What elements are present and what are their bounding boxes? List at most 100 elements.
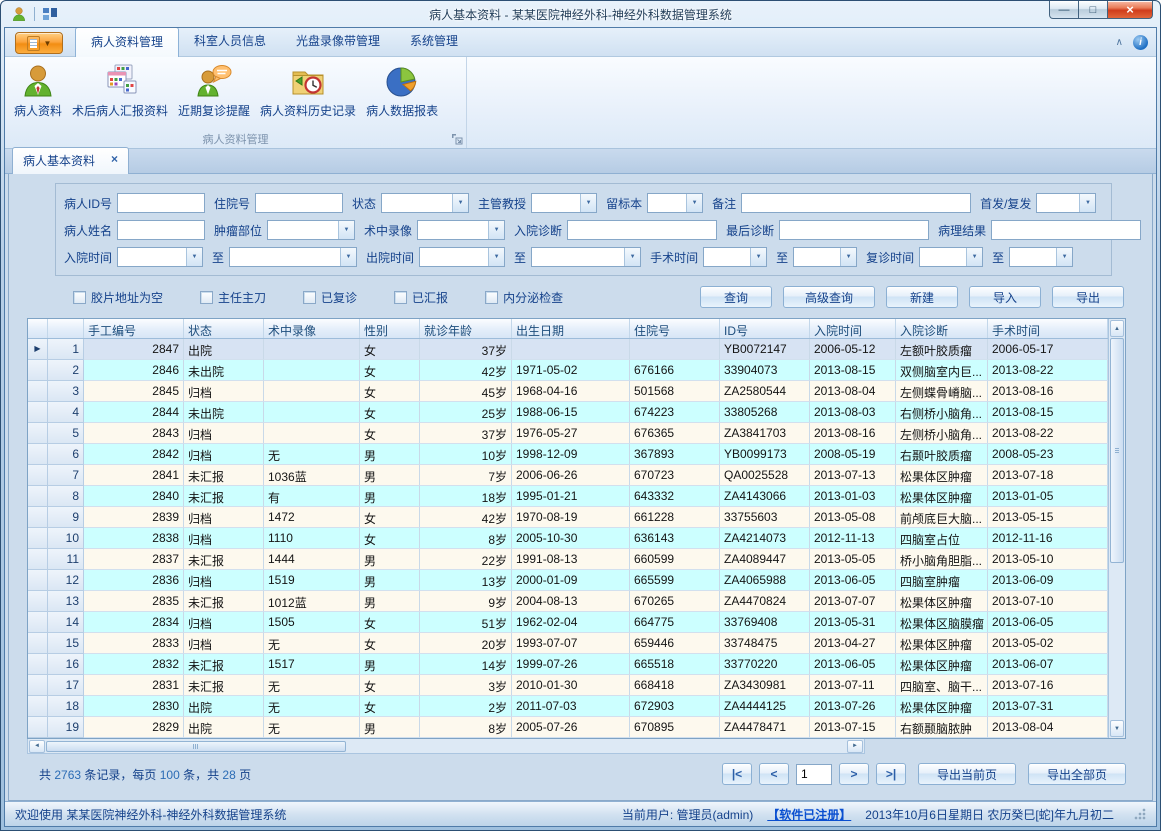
header-col-surgery-date[interactable]: 手术时间 [988, 319, 1108, 338]
chevron-down-icon[interactable]: ▼ [488, 248, 504, 266]
pager-prev-button[interactable]: < [759, 763, 789, 785]
checkbox-film-address-empty[interactable]: 胶片地址为空 [73, 289, 163, 306]
discharge-time-to-select[interactable]: ▼ [531, 247, 641, 267]
header-col-hospital-no[interactable]: 住院号 [630, 319, 720, 338]
first-recurrence-select[interactable]: ▼ [1036, 193, 1096, 213]
header-col-row-number[interactable] [48, 319, 84, 338]
info-icon[interactable]: i [1133, 35, 1148, 50]
table-row[interactable]: 182830出院无女2岁2011-07-03672903ZA4444125201… [28, 696, 1108, 717]
chevron-down-icon[interactable]: ▼ [580, 194, 596, 212]
collapse-ribbon-icon[interactable]: ∧ [1116, 37, 1123, 48]
header-col-status[interactable]: 状态 [184, 319, 264, 338]
checkbox-endocrine-exam[interactable]: 内分泌检查 [485, 289, 563, 306]
layout-icon[interactable] [42, 6, 58, 22]
table-row[interactable]: 152833归档无女20岁1993-07-0765944633748475201… [28, 633, 1108, 654]
scroll-right-icon[interactable]: ► [847, 740, 863, 753]
header-col-gender[interactable]: 性别 [360, 319, 420, 338]
import-button[interactable]: 导入 [969, 286, 1041, 308]
surgery-time-to-select[interactable]: ▼ [793, 247, 857, 267]
table-row[interactable]: ▶12847出院女37岁YB00721472006-05-12左额叶胶质瘤200… [28, 339, 1108, 360]
table-row[interactable]: 132835未汇报1012蓝男9岁2004-08-13670265ZA44708… [28, 591, 1108, 612]
ribbon-button-history-records[interactable]: 病人资料历史记录 [255, 60, 361, 122]
page-number-input[interactable] [796, 764, 832, 785]
pager-next-button[interactable]: > [839, 763, 869, 785]
header-col-birth-date[interactable]: 出生日期 [512, 319, 630, 338]
app-menu-button[interactable]: ▼ [15, 32, 63, 54]
close-button[interactable]: × [1107, 1, 1153, 19]
ribbon-tab-system-management[interactable]: 系统管理 [395, 27, 473, 56]
table-row[interactable]: 72841未汇报1036蓝男7岁2006-06-26670723QA002552… [28, 465, 1108, 486]
minimize-button[interactable]: — [1049, 1, 1079, 19]
table-row[interactable]: 142834归档1505女51岁1962-02-0466477533769408… [28, 612, 1108, 633]
header-col-visit-age[interactable]: 就诊年龄 [420, 319, 512, 338]
resize-grip[interactable] [1134, 808, 1146, 820]
chevron-down-icon[interactable]: ▼ [1079, 194, 1095, 212]
tab-patient-basic-info[interactable]: 病人基本资料 × [12, 147, 129, 174]
surgery-time-from-select[interactable]: ▼ [703, 247, 767, 267]
header-col-admit-date[interactable]: 入院时间 [810, 319, 896, 338]
maximize-button[interactable]: □ [1079, 1, 1107, 19]
table-row[interactable]: 122836归档1519男13岁2000-01-09665599ZA406598… [28, 570, 1108, 591]
ribbon-tab-disc-video-management[interactable]: 光盘录像带管理 [281, 27, 395, 56]
revisit-time-to-select[interactable]: ▼ [1009, 247, 1073, 267]
chevron-down-icon[interactable]: ▼ [488, 221, 504, 239]
professor-select[interactable]: ▼ [531, 193, 597, 213]
final-diagnosis-field[interactable] [779, 220, 929, 240]
table-row[interactable]: 112837未汇报1444男22岁1991-08-13660599ZA40894… [28, 549, 1108, 570]
chevron-down-icon[interactable]: ▼ [686, 194, 702, 212]
admission-diagnosis-field[interactable] [567, 220, 717, 240]
specimen-select[interactable]: ▼ [647, 193, 703, 213]
header-col-indicator[interactable] [28, 319, 48, 338]
ribbon-button-patient-info[interactable]: 病人资料 [9, 60, 67, 122]
admit-time-from-select[interactable]: ▼ [117, 247, 203, 267]
chevron-down-icon[interactable]: ▼ [966, 248, 982, 266]
table-row[interactable]: 162832未汇报1517男14岁1999-07-266655183377022… [28, 654, 1108, 675]
new-button[interactable]: 新建 [886, 286, 958, 308]
chevron-down-icon[interactable]: ▼ [840, 248, 856, 266]
chevron-down-icon[interactable]: ▼ [750, 248, 766, 266]
ribbon-tab-department-staff-info[interactable]: 科室人员信息 [179, 27, 281, 56]
chevron-down-icon[interactable]: ▼ [1056, 248, 1072, 266]
ribbon-button-postop-report[interactable]: 术后病人汇报资料 [67, 60, 173, 122]
dialog-launcher-icon[interactable] [451, 133, 463, 145]
chevron-down-icon[interactable]: ▼ [338, 221, 354, 239]
checkbox-director-surgeon[interactable]: 主任主刀 [200, 289, 266, 306]
hscroll-thumb[interactable] [46, 741, 346, 752]
tab-close-icon[interactable]: × [111, 152, 118, 169]
table-row[interactable]: 32845归档女45岁1968-04-16501568ZA25805442013… [28, 381, 1108, 402]
header-col-manual-no[interactable]: 手工编号 [84, 319, 184, 338]
chevron-down-icon[interactable]: ▼ [186, 248, 202, 266]
checkbox-reported[interactable]: 已汇报 [394, 289, 448, 306]
chevron-down-icon[interactable]: ▼ [624, 248, 640, 266]
header-col-id-no[interactable]: ID号 [720, 319, 810, 338]
table-row[interactable]: 42844未出院女25岁1988-06-15674223338052682013… [28, 402, 1108, 423]
pager-last-button[interactable]: >| [876, 763, 906, 785]
header-col-admit-diagnosis[interactable]: 入院诊断 [896, 319, 988, 338]
table-row[interactable]: 52843归档女37岁1976-05-27676365ZA38417032013… [28, 423, 1108, 444]
pager-first-button[interactable]: |< [722, 763, 752, 785]
header-col-intraop-video[interactable]: 术中录像 [264, 319, 360, 338]
table-row[interactable]: 192829出院无男8岁2005-07-26670895ZA4478471201… [28, 717, 1108, 738]
vscroll-thumb[interactable] [1110, 338, 1124, 563]
pathology-result-field[interactable] [991, 220, 1141, 240]
checkbox-revisited[interactable]: 已复诊 [303, 289, 357, 306]
scroll-left-icon[interactable]: ◄ [29, 740, 45, 753]
chevron-down-icon[interactable]: ▼ [452, 194, 468, 212]
export-button[interactable]: 导出 [1052, 286, 1124, 308]
query-button[interactable]: 查询 [700, 286, 772, 308]
remarks-field[interactable] [741, 193, 971, 213]
hospital-no-field[interactable] [255, 193, 343, 213]
revisit-time-from-select[interactable]: ▼ [919, 247, 983, 267]
discharge-time-from-select[interactable]: ▼ [419, 247, 505, 267]
table-row[interactable]: 62842归档无男10岁1998-12-09367893YB0099173200… [28, 444, 1108, 465]
vertical-scrollbar[interactable]: ▲ ▼ [1108, 319, 1125, 738]
export-all-pages-button[interactable]: 导出全部页 [1028, 763, 1126, 785]
table-row[interactable]: 92839归档1472女42岁1970-08-19661228337556032… [28, 507, 1108, 528]
patient-name-field[interactable] [117, 220, 205, 240]
intraop-video-select[interactable]: ▼ [417, 220, 505, 240]
table-row[interactable]: 82840未汇报有男18岁1995-01-21643332ZA414306620… [28, 486, 1108, 507]
tumor-site-select[interactable]: ▼ [267, 220, 355, 240]
chevron-down-icon[interactable]: ▼ [340, 248, 356, 266]
admit-time-to-select[interactable]: ▼ [229, 247, 357, 267]
patient-id-field[interactable] [117, 193, 205, 213]
